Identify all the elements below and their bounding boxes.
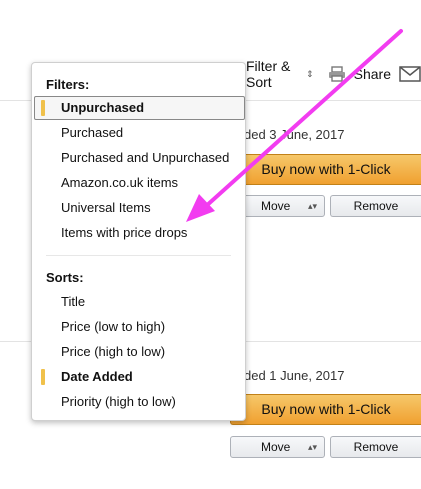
item-added-date: ded 3 June, 2017 [244, 127, 345, 142]
sort-option-label: Date Added [61, 369, 133, 384]
item-added-date: ded 1 June, 2017 [244, 368, 345, 383]
filters-heading: Filters: [46, 77, 90, 92]
filter-option-purchased[interactable]: Purchased [32, 121, 245, 145]
move-label: Move [261, 199, 291, 213]
sort-option-price-high-low[interactable]: Price (high to low) [32, 340, 245, 364]
filter-option-label: Purchased [61, 125, 124, 140]
filter-option-purchased-and-unpurchased[interactable]: Purchased and Unpurchased [32, 146, 245, 170]
sort-option-label: Title [61, 294, 86, 309]
print-icon[interactable] [328, 66, 346, 82]
filter-option-unpurchased[interactable]: Unpurchased [34, 96, 245, 120]
sort-option-title[interactable]: Title [32, 290, 245, 314]
selected-marker [41, 369, 45, 385]
sorts-heading: Sorts: [46, 270, 84, 285]
up-down-caret-icon: ▴▾ [307, 201, 317, 211]
filter-option-label: Amazon.co.uk items [61, 175, 179, 190]
filter-option-price-drops[interactable]: Items with price drops [32, 221, 245, 245]
up-down-caret-icon: ⇕ [306, 68, 314, 79]
sort-option-label: Price (low to high) [61, 319, 166, 334]
filter-sort-label: Filter & Sort [246, 58, 291, 90]
filter-sort-menu: Filters: Unpurchased Purchased Purchased… [31, 62, 246, 421]
move-button[interactable]: Move ▴▾ [230, 436, 325, 458]
move-label: Move [261, 440, 291, 454]
sort-option-priority[interactable]: Priority (high to low) [32, 390, 245, 414]
share-button[interactable]: Share [354, 66, 391, 82]
filter-option-label: Items with price drops [61, 225, 188, 240]
filter-option-universal-items[interactable]: Universal Items [32, 196, 245, 220]
filter-option-label: Purchased and Unpurchased [61, 150, 230, 165]
sort-option-date-added[interactable]: Date Added [32, 365, 245, 389]
buy-now-button[interactable]: Buy now with 1-Click [230, 394, 421, 425]
wishlist-toolbar: Filter & Sort ⇕ Share [246, 58, 421, 90]
sort-option-price-low-high[interactable]: Price (low to high) [32, 315, 245, 339]
remove-button[interactable]: Remove [330, 195, 421, 217]
filter-option-amazon-items[interactable]: Amazon.co.uk items [32, 171, 245, 195]
selected-marker [41, 100, 45, 116]
filter-option-label: Unpurchased [61, 100, 145, 115]
mail-icon[interactable] [399, 66, 421, 82]
buy-now-button[interactable]: Buy now with 1-Click [230, 154, 421, 185]
filter-option-label: Universal Items [61, 200, 151, 215]
sort-option-label: Price (high to low) [61, 344, 166, 359]
up-down-caret-icon: ▴▾ [307, 442, 317, 452]
menu-separator [46, 255, 231, 256]
sort-option-label: Priority (high to low) [61, 394, 176, 409]
remove-button[interactable]: Remove [330, 436, 421, 458]
filter-sort-button[interactable]: Filter & Sort ⇕ [246, 58, 314, 90]
